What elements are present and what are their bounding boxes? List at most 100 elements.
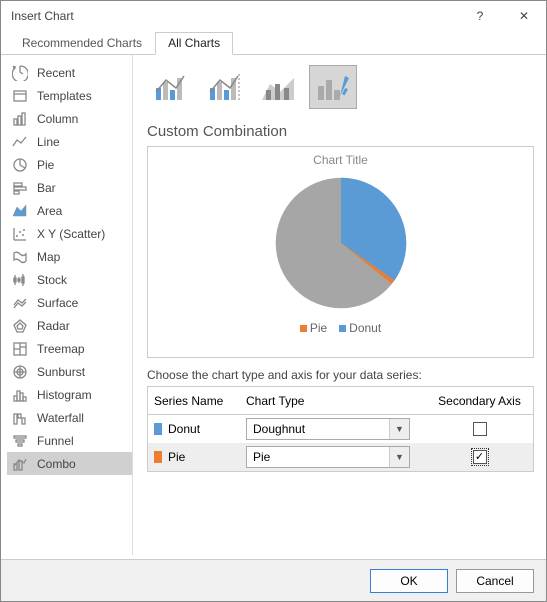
subtype-clustered-line[interactable] xyxy=(147,65,195,109)
legend-item-pie: Pie xyxy=(300,321,327,335)
sidebar-item-label: Bar xyxy=(37,181,56,195)
histogram-icon xyxy=(11,386,29,404)
sidebar-item-area[interactable]: Area xyxy=(7,199,132,222)
dropdown-value: Doughnut xyxy=(247,422,389,436)
area-icon xyxy=(11,202,29,220)
legend-swatch xyxy=(339,325,346,332)
help-icon: ? xyxy=(477,9,484,23)
funnel-icon xyxy=(11,432,29,450)
series-config-prompt: Choose the chart type and axis for your … xyxy=(147,368,534,382)
treemap-icon xyxy=(11,340,29,358)
subtype-title: Custom Combination xyxy=(147,123,534,140)
pie-chart xyxy=(273,175,409,311)
sidebar-item-bar[interactable]: Bar xyxy=(7,176,132,199)
series-name: Donut xyxy=(168,422,200,436)
line-icon xyxy=(11,133,29,151)
sidebar-item-label: Sunburst xyxy=(37,365,85,379)
sunburst-icon xyxy=(11,363,29,381)
sidebar-item-waterfall[interactable]: Waterfall xyxy=(7,406,132,429)
sidebar-item-recent[interactable]: Recent xyxy=(7,61,132,84)
series-grid-header: Series Name Chart Type Secondary Axis xyxy=(148,387,533,415)
subtype-stacked-area-column[interactable] xyxy=(255,65,303,109)
series-row-pie[interactable]: Pie Pie▼ ✓ xyxy=(148,443,533,471)
pie-icon xyxy=(11,156,29,174)
sidebar-item-sunburst[interactable]: Sunburst xyxy=(7,360,132,383)
series-swatch xyxy=(154,423,162,435)
sidebar-item-label: Area xyxy=(37,204,62,218)
tab-strip: Recommended Charts All Charts xyxy=(1,31,546,55)
chart-type-dropdown-pie[interactable]: Pie▼ xyxy=(246,446,410,468)
sidebar-item-label: Radar xyxy=(37,319,70,333)
dialog-footer: OK Cancel xyxy=(1,559,546,601)
header-secondary-axis: Secondary Axis xyxy=(426,394,533,408)
series-row-donut[interactable]: Donut Doughnut▼ xyxy=(148,415,533,443)
ok-button[interactable]: OK xyxy=(370,569,448,593)
sidebar-item-label: Stock xyxy=(37,273,67,287)
column-icon xyxy=(11,110,29,128)
chart-type-dropdown-donut[interactable]: Doughnut▼ xyxy=(246,418,410,440)
sidebar-item-radar[interactable]: Radar xyxy=(7,314,132,337)
sidebar-item-label: Surface xyxy=(37,296,78,310)
chart-preview[interactable]: Chart Title Pie Donut xyxy=(147,146,534,358)
sidebar-item-label: X Y (Scatter) xyxy=(37,227,105,241)
help-button[interactable]: ? xyxy=(458,1,502,31)
bar-icon xyxy=(11,179,29,197)
secondary-axis-checkbox-donut[interactable] xyxy=(473,422,487,436)
waterfall-icon xyxy=(11,409,29,427)
sidebar-item-line[interactable]: Line xyxy=(7,130,132,153)
series-name: Pie xyxy=(168,450,185,464)
recent-icon xyxy=(11,64,29,82)
sidebar-item-surface[interactable]: Surface xyxy=(7,291,132,314)
sidebar-item-templates[interactable]: Templates xyxy=(7,84,132,107)
sidebar-item-funnel[interactable]: Funnel xyxy=(7,429,132,452)
sidebar-item-label: Treemap xyxy=(37,342,85,356)
sidebar-item-column[interactable]: Column xyxy=(7,107,132,130)
sidebar-item-map[interactable]: Map xyxy=(7,245,132,268)
sidebar-item-label: Funnel xyxy=(37,434,74,448)
sidebar-item-label: Templates xyxy=(37,89,92,103)
header-series-name: Series Name xyxy=(148,394,246,408)
cancel-button[interactable]: Cancel xyxy=(456,569,534,593)
legend-item-donut: Donut xyxy=(339,321,381,335)
chart-type-list: Recent Templates Column Line Pie Bar Are… xyxy=(1,55,133,555)
tab-recommended[interactable]: Recommended Charts xyxy=(9,32,155,55)
series-swatch xyxy=(154,451,162,463)
surface-icon xyxy=(11,294,29,312)
sidebar-item-label: Combo xyxy=(37,457,76,471)
legend-swatch xyxy=(300,325,307,332)
radar-icon xyxy=(11,317,29,335)
main-panel: Custom Combination Chart Title Pie Donut… xyxy=(133,55,546,555)
scatter-icon xyxy=(11,225,29,243)
stock-icon xyxy=(11,271,29,289)
chart-title: Chart Title xyxy=(313,153,368,167)
dropdown-value: Pie xyxy=(247,450,389,464)
window-title: Insert Chart xyxy=(11,9,458,23)
subtype-clustered-line-secondary[interactable] xyxy=(201,65,249,109)
legend-label: Pie xyxy=(310,321,327,335)
sidebar-item-label: Line xyxy=(37,135,60,149)
sidebar-item-treemap[interactable]: Treemap xyxy=(7,337,132,360)
close-button[interactable]: ✕ xyxy=(502,1,546,31)
header-chart-type: Chart Type xyxy=(246,394,426,408)
sidebar-item-label: Recent xyxy=(37,66,75,80)
combo-icon xyxy=(11,455,29,473)
sidebar-item-histogram[interactable]: Histogram xyxy=(7,383,132,406)
secondary-axis-checkbox-pie[interactable]: ✓ xyxy=(473,450,487,464)
titlebar: Insert Chart ? ✕ xyxy=(1,1,546,31)
legend-label: Donut xyxy=(349,321,381,335)
sidebar-item-label: Column xyxy=(37,112,78,126)
tab-all-charts[interactable]: All Charts xyxy=(155,32,233,55)
sidebar-item-stock[interactable]: Stock xyxy=(7,268,132,291)
sidebar-item-scatter[interactable]: X Y (Scatter) xyxy=(7,222,132,245)
sidebar-item-combo[interactable]: Combo xyxy=(7,452,132,475)
close-icon: ✕ xyxy=(519,9,529,23)
series-grid: Series Name Chart Type Secondary Axis Do… xyxy=(147,386,534,472)
templates-icon xyxy=(11,87,29,105)
chevron-down-icon: ▼ xyxy=(389,447,409,467)
chevron-down-icon: ▼ xyxy=(389,419,409,439)
sidebar-item-pie[interactable]: Pie xyxy=(7,153,132,176)
subtype-custom[interactable] xyxy=(309,65,357,109)
sidebar-item-label: Waterfall xyxy=(37,411,84,425)
sidebar-item-label: Pie xyxy=(37,158,54,172)
map-icon xyxy=(11,248,29,266)
